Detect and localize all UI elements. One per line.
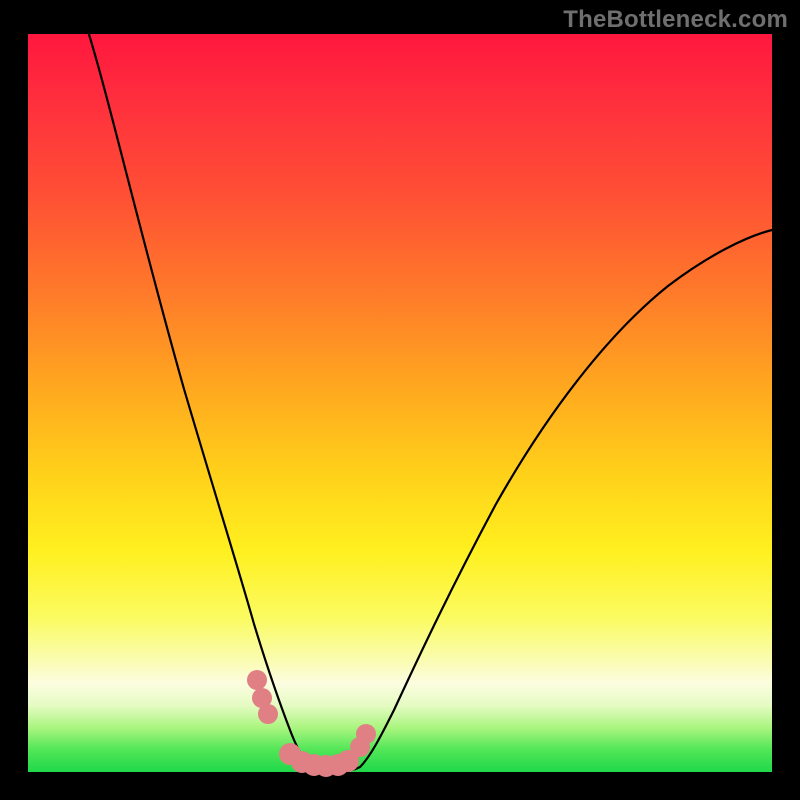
bottleneck-curve: [28, 34, 772, 772]
watermark-label: TheBottleneck.com: [563, 6, 788, 34]
marker-dot: [247, 670, 267, 690]
curve-left-limb: [87, 28, 310, 766]
marker-dot: [356, 724, 376, 744]
marker-dot: [258, 704, 278, 724]
valley-markers: [247, 670, 376, 777]
plot-area: [28, 34, 772, 772]
curve-right-limb: [360, 230, 772, 767]
chart-frame: TheBottleneck.com: [0, 0, 800, 800]
